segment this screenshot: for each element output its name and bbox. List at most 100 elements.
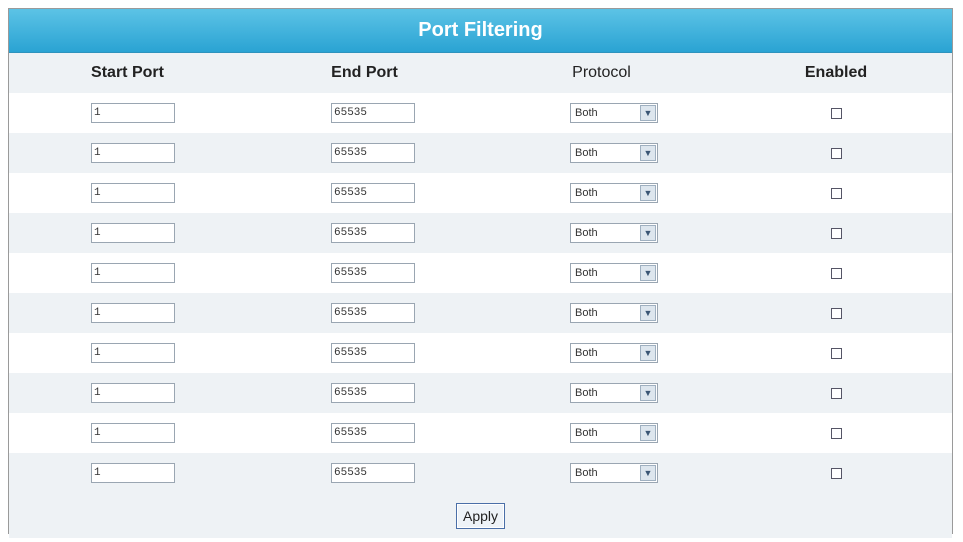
- start-port-input[interactable]: [91, 223, 175, 243]
- start-port-input[interactable]: [91, 303, 175, 323]
- protocol-select[interactable]: Both ▼: [570, 263, 658, 283]
- enabled-checkbox[interactable]: [830, 187, 842, 199]
- protocol-select[interactable]: Both ▼: [570, 303, 658, 323]
- header-enabled: Enabled: [804, 64, 868, 81]
- start-port-input[interactable]: [91, 463, 175, 483]
- chevron-down-icon[interactable]: ▼: [640, 265, 656, 281]
- protocol-select[interactable]: Both ▼: [570, 463, 658, 483]
- end-port-input[interactable]: [331, 263, 415, 283]
- end-port-input[interactable]: [331, 463, 415, 483]
- end-port-cell: [246, 463, 483, 483]
- start-port-cell: [9, 143, 246, 163]
- protocol-select[interactable]: Both ▼: [570, 383, 658, 403]
- protocol-select[interactable]: Both ▼: [570, 343, 658, 363]
- chevron-down-icon[interactable]: ▼: [640, 425, 656, 441]
- start-port-input[interactable]: [91, 343, 175, 363]
- chevron-down-icon[interactable]: ▼: [640, 345, 656, 361]
- start-port-cell: [9, 223, 246, 243]
- header-end-port: End Port: [331, 64, 398, 81]
- end-port-cell: [246, 303, 483, 323]
- page-title: Port Filtering: [9, 9, 952, 53]
- end-port-input[interactable]: [331, 183, 415, 203]
- table-row: Both ▼: [9, 333, 952, 373]
- chevron-down-icon[interactable]: ▼: [640, 185, 656, 201]
- start-port-cell: [9, 303, 246, 323]
- end-port-input[interactable]: [331, 383, 415, 403]
- chevron-down-icon[interactable]: ▼: [640, 465, 656, 481]
- protocol-cell: Both ▼: [483, 343, 720, 363]
- start-port-cell: [9, 463, 246, 483]
- start-port-cell: [9, 263, 246, 283]
- table-row: Both ▼: [9, 133, 952, 173]
- enabled-checkbox[interactable]: [830, 147, 842, 159]
- enabled-checkbox[interactable]: [830, 467, 842, 479]
- table-row: Both ▼: [9, 213, 952, 253]
- protocol-cell: Both ▼: [483, 263, 720, 283]
- end-port-input[interactable]: [331, 303, 415, 323]
- table-row: Both ▼: [9, 453, 952, 493]
- table-row: Both ▼: [9, 253, 952, 293]
- enabled-checkbox[interactable]: [830, 387, 842, 399]
- start-port-cell: [9, 103, 246, 123]
- chevron-down-icon[interactable]: ▼: [640, 105, 656, 121]
- chevron-down-icon[interactable]: ▼: [640, 145, 656, 161]
- end-port-input[interactable]: [331, 223, 415, 243]
- end-port-cell: [246, 103, 483, 123]
- protocol-value: Both: [575, 307, 598, 319]
- enabled-checkbox[interactable]: [830, 307, 842, 319]
- port-filtering-panel: Port Filtering Start Port End Port Proto…: [8, 8, 953, 538]
- end-port-cell: [246, 343, 483, 363]
- protocol-select[interactable]: Both ▼: [570, 143, 658, 163]
- end-port-input[interactable]: [331, 343, 415, 363]
- table-row: Both ▼: [9, 373, 952, 413]
- table-header: Start Port End Port Protocol Enabled: [9, 53, 952, 93]
- end-port-cell: [246, 143, 483, 163]
- start-port-cell: [9, 383, 246, 403]
- chevron-down-icon[interactable]: ▼: [640, 385, 656, 401]
- end-port-input[interactable]: [331, 423, 415, 443]
- end-port-cell: [246, 383, 483, 403]
- start-port-cell: [9, 423, 246, 443]
- protocol-value: Both: [575, 187, 598, 199]
- enabled-cell: [720, 267, 952, 279]
- enabled-cell: [720, 427, 952, 439]
- start-port-input[interactable]: [91, 183, 175, 203]
- start-port-input[interactable]: [91, 423, 175, 443]
- table-row: Both ▼: [9, 413, 952, 453]
- protocol-cell: Both ▼: [483, 423, 720, 443]
- protocol-cell: Both ▼: [483, 103, 720, 123]
- start-port-input[interactable]: [91, 143, 175, 163]
- enabled-cell: [720, 307, 952, 319]
- protocol-value: Both: [575, 107, 598, 119]
- protocol-select[interactable]: Both ▼: [570, 183, 658, 203]
- apply-button[interactable]: Apply: [455, 502, 506, 529]
- protocol-value: Both: [575, 467, 598, 479]
- end-port-cell: [246, 263, 483, 283]
- end-port-cell: [246, 183, 483, 203]
- end-port-input[interactable]: [331, 143, 415, 163]
- end-port-cell: [246, 223, 483, 243]
- protocol-value: Both: [575, 147, 598, 159]
- protocol-select[interactable]: Both ▼: [570, 423, 658, 443]
- chevron-down-icon[interactable]: ▼: [640, 305, 656, 321]
- header-start-port: Start Port: [91, 64, 164, 81]
- protocol-value: Both: [575, 227, 598, 239]
- start-port-input[interactable]: [91, 263, 175, 283]
- enabled-checkbox[interactable]: [830, 427, 842, 439]
- start-port-input[interactable]: [91, 383, 175, 403]
- filter-rows: Both ▼ Both ▼ Both ▼ Both ▼ Both ▼ Both ▼ Both ▼ Both ▼…: [9, 93, 952, 493]
- enabled-checkbox[interactable]: [830, 107, 842, 119]
- enabled-checkbox[interactable]: [830, 267, 842, 279]
- protocol-select[interactable]: Both ▼: [570, 103, 658, 123]
- protocol-cell: Both ▼: [483, 183, 720, 203]
- enabled-checkbox[interactable]: [830, 227, 842, 239]
- enabled-checkbox[interactable]: [830, 347, 842, 359]
- end-port-input[interactable]: [331, 103, 415, 123]
- start-port-cell: [9, 183, 246, 203]
- protocol-value: Both: [575, 347, 598, 359]
- protocol-select[interactable]: Both ▼: [570, 223, 658, 243]
- chevron-down-icon[interactable]: ▼: [640, 225, 656, 241]
- header-protocol: Protocol: [572, 64, 631, 81]
- start-port-cell: [9, 343, 246, 363]
- start-port-input[interactable]: [91, 103, 175, 123]
